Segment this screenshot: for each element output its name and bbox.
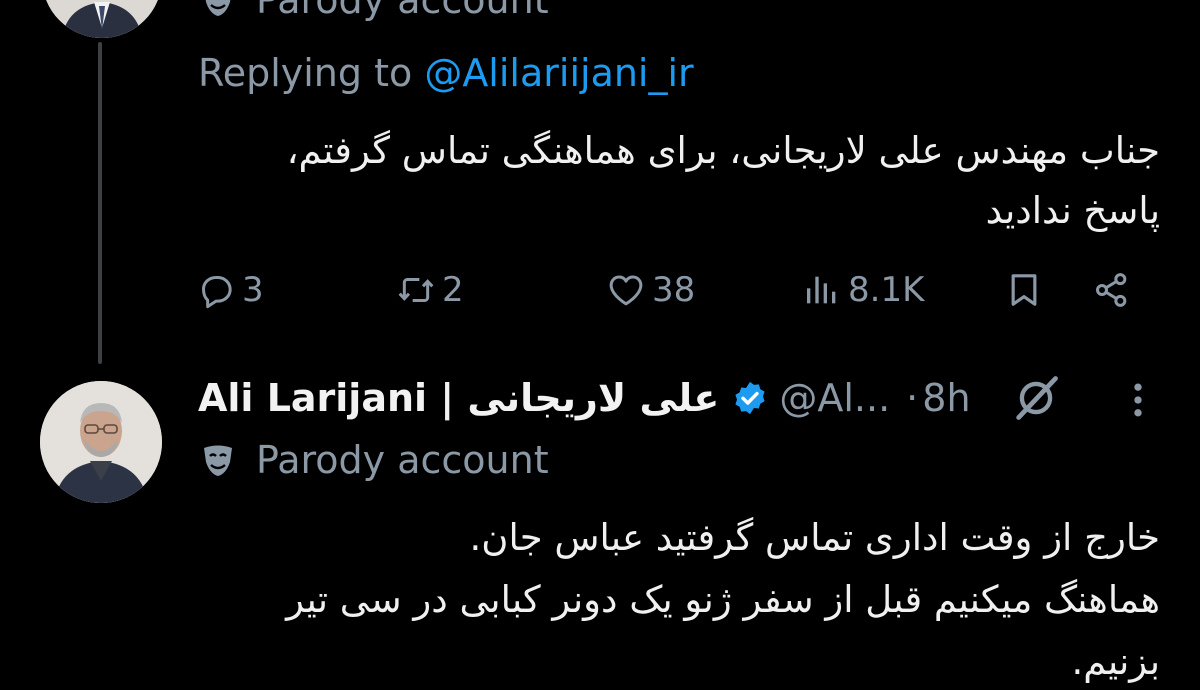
more-options-icon[interactable]	[1120, 378, 1156, 422]
reply-tweet-text-line: هماهنگ میکنیم قبل از سفر ژنو یک دونر کبا…	[286, 578, 1160, 621]
reply-count: 3	[242, 270, 264, 310]
handle[interactable]: @Al...	[779, 376, 890, 420]
grok-icon[interactable]	[1010, 372, 1062, 424]
reply-avatar[interactable]	[40, 381, 162, 503]
like-icon	[609, 275, 643, 306]
reply-tweet-text-line: بزنیم.	[1071, 640, 1160, 683]
share-button[interactable]	[1092, 262, 1132, 318]
reply-header: Ali Larijani | علی لاریجانی @Al... · 8h	[198, 372, 971, 424]
views-count: 8.1K	[848, 270, 925, 310]
reply-tweet-text-line: خارج از وقت اداری تماس گرفتید عباس جان.	[469, 516, 1160, 559]
parent-tweet-action-bar: 3 2 38 8.1K	[196, 262, 1146, 318]
reply-icon	[202, 276, 232, 309]
retweet-icon	[398, 278, 434, 302]
parody-mask-icon	[205, 0, 231, 16]
thread-connector-line	[98, 42, 102, 364]
bookmark-icon	[1011, 274, 1037, 306]
parent-parody-label-row: Parody account	[198, 0, 549, 22]
parent-tweet-text-line: جناب مهندس علی لاریجانی، برای هماهنگی تم…	[286, 129, 1160, 172]
replying-handle-link[interactable]: @Alilariijani_ir	[424, 51, 693, 95]
parent-avatar-image	[42, 0, 162, 38]
parody-label: Parody account	[256, 0, 549, 22]
retweet-count: 2	[442, 270, 464, 310]
bookmark-button[interactable]	[1004, 262, 1044, 318]
display-name[interactable]: Ali Larijani | علی لاریجانی	[198, 376, 719, 420]
views-icon	[807, 276, 836, 304]
reply-parody-label-row: Parody account	[198, 438, 549, 482]
replying-to-line: Replying to @Alilariijani_ir	[198, 50, 694, 96]
like-count: 38	[652, 270, 696, 310]
verified-badge-icon[interactable]	[731, 379, 769, 417]
like-button[interactable]: 38	[606, 262, 695, 318]
replying-prefix: Replying to	[198, 51, 425, 95]
parent-tweet-text-line: پاسخ ندادید	[985, 189, 1160, 232]
parent-avatar[interactable]	[42, 0, 162, 38]
parody-mask-icon	[204, 445, 232, 476]
retweet-button[interactable]: 2	[396, 262, 464, 318]
parody-label: Parody account	[256, 438, 549, 482]
separator-dot: ·	[906, 376, 919, 420]
reply-avatar-image	[40, 381, 162, 503]
timestamp[interactable]: 8h	[922, 376, 970, 420]
reply-button[interactable]: 3	[196, 262, 264, 318]
share-icon	[1095, 273, 1127, 307]
views-button[interactable]: 8.1K	[802, 262, 924, 318]
